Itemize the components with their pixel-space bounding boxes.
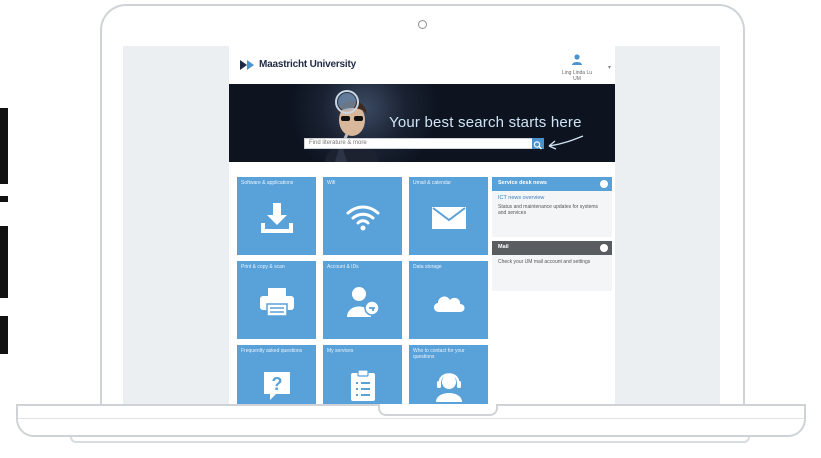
panel-link[interactable]: ICT news overview: [498, 195, 606, 201]
edge-glyph: [0, 196, 8, 202]
tile-label: Frequently asked questions: [241, 348, 303, 354]
tile-label: Who to contact for your questions: [413, 348, 465, 360]
search-placeholder: Find literature & more: [309, 140, 367, 146]
laptop-foot: [70, 437, 750, 443]
panel-header-news[interactable]: Service desk news: [492, 177, 612, 191]
tile-contact[interactable]: Who to contact for your questions: [409, 345, 488, 404]
edge-glyph: [0, 226, 8, 298]
info-icon[interactable]: [600, 244, 608, 252]
tile-software[interactable]: Software & applications: [237, 177, 316, 255]
web-page: Maastricht University Ling Linda Lu UM ▾: [229, 46, 615, 404]
support-agent-icon: [435, 372, 462, 402]
university-logo-icon[interactable]: [239, 57, 255, 73]
user-key-icon: [346, 286, 380, 317]
tile-storage[interactable]: Data storage: [409, 261, 488, 339]
hero-banner: Your best search starts here Find litera…: [229, 84, 615, 162]
question-icon: ?: [263, 371, 290, 400]
panel-text: Check your UM mail account and settings: [498, 259, 591, 265]
panel-title: Service desk news: [498, 180, 547, 186]
mail-icon: [431, 206, 466, 229]
printer-icon: [259, 287, 294, 317]
tile-account[interactable]: Account & IDs: [323, 261, 402, 339]
panel-header-mail[interactable]: Mail: [492, 241, 612, 255]
clipboard-list-icon: [350, 368, 375, 401]
tile-label: Software & applications: [241, 180, 294, 186]
tile-label: Print & copy & scan: [241, 264, 285, 270]
sidebar: Service desk news ICT news overview Stat…: [492, 177, 612, 291]
tile-label: Data storage: [413, 264, 442, 270]
camera-icon: [418, 20, 427, 29]
site-logo-text[interactable]: Maastricht University: [259, 59, 356, 70]
download-icon: [260, 202, 293, 233]
tile-wifi[interactable]: Wifi: [323, 177, 402, 255]
wifi-icon: [346, 205, 379, 231]
tile-label: My services: [327, 348, 354, 354]
tile-umail[interactable]: Umail & calendar: [409, 177, 488, 255]
tile-label: Wifi: [327, 180, 336, 186]
hand-drawn-arrow-icon: [548, 135, 584, 150]
laptop-base: [16, 404, 806, 437]
svg-text:?: ?: [271, 374, 282, 394]
panel-body-news: ICT news overview Status and maintenance…: [492, 191, 612, 237]
edge-glyph: [0, 316, 8, 354]
search-button[interactable]: [532, 138, 544, 150]
tile-label: Umail & calendar: [413, 180, 452, 186]
laptop-screen: Maastricht University Ling Linda Lu UM ▾: [123, 46, 720, 404]
laptop-base-line: [18, 418, 804, 419]
panel-text: Status and maintenance updates for syste…: [498, 204, 599, 216]
laptop-notch: [378, 404, 498, 416]
account-org: UM: [573, 76, 581, 82]
tile-my-services[interactable]: My services: [323, 345, 402, 404]
cloud-icon: [433, 295, 464, 312]
search-icon: [533, 141, 542, 150]
hero-person-with-magnifier-image: [325, 90, 379, 162]
info-icon[interactable]: [600, 180, 608, 188]
hero-headline: Your best search starts here: [389, 114, 582, 131]
panel-title: Mail: [498, 244, 509, 250]
tile-label: Account & IDs: [327, 264, 359, 270]
tile-faq[interactable]: Frequently asked questions ?: [237, 345, 316, 404]
edge-glyph: [0, 108, 8, 184]
site-header: Maastricht University Ling Linda Lu UM ▾: [229, 46, 615, 84]
tile-print[interactable]: Print & copy & scan: [237, 261, 316, 339]
account-menu[interactable]: Ling Linda Lu UM ▾: [547, 52, 611, 82]
search-input[interactable]: Find literature & more: [304, 138, 543, 149]
user-icon: [572, 54, 582, 65]
chevron-down-icon[interactable]: ▾: [608, 64, 611, 71]
panel-body-mail: Check your UM mail account and settings: [492, 255, 612, 291]
